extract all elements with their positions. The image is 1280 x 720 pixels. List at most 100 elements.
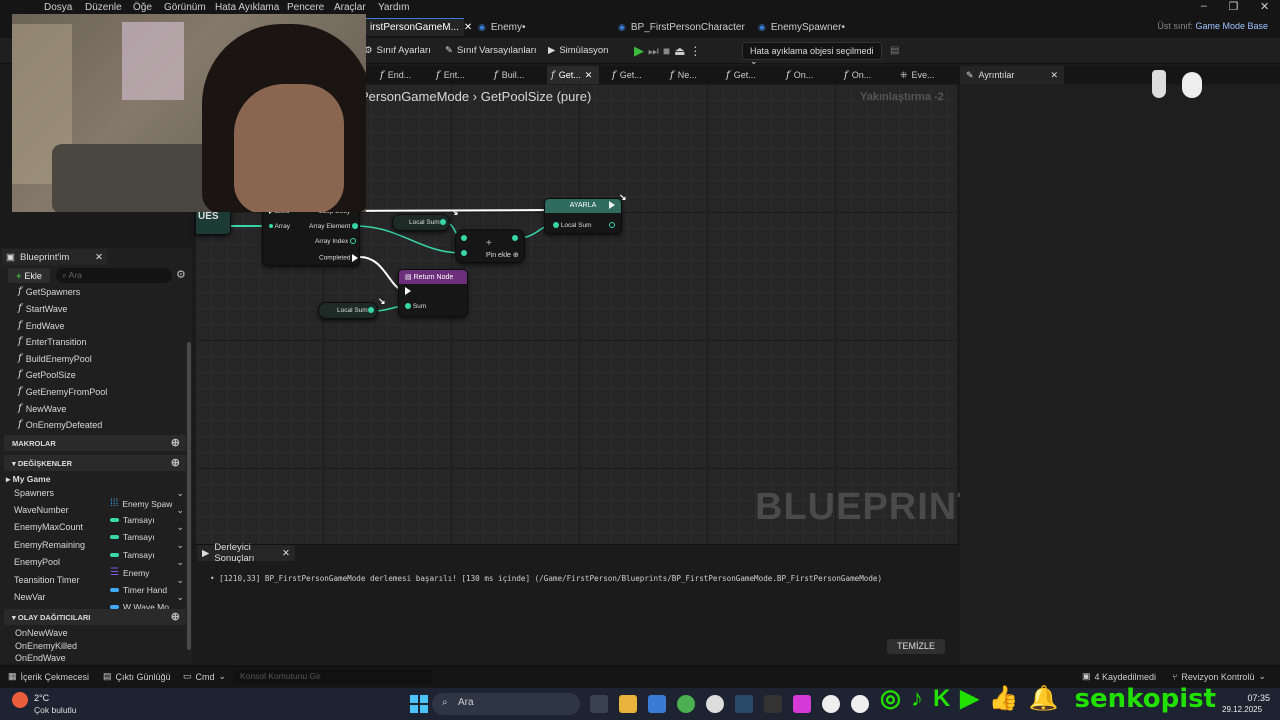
windows-start-icon[interactable] [410,695,428,713]
chevron-down-icon[interactable]: ⌄ [176,557,184,568]
function-item[interactable]: f GetSpawners [18,286,80,297]
add-output-pin[interactable] [512,235,518,242]
chevron-down-icon[interactable]: ⌄ [176,592,184,603]
unreal-engine-icon[interactable] [822,695,840,713]
dispatchers-section-header[interactable]: ▾ OLAY DAĞITICILARI ⊕ [4,609,186,625]
macros-section-header[interactable]: MAKROLAR ⊕ [4,435,186,451]
set-node[interactable]: AYARLA Local Sum [544,198,622,234]
close-icon[interactable]: ✕ [95,252,103,263]
file-explorer-icon[interactable] [619,695,637,713]
variable-category[interactable]: ▸ My Game [6,474,50,485]
clear-button[interactable]: TEMİZLE [887,639,945,654]
search-icon: ⌕ [442,697,448,708]
add-dispatcher-icon[interactable]: ⊕ [171,610,180,623]
chevron-down-icon[interactable]: ⌄ [176,522,184,533]
chevron-down-icon[interactable]: ⌄ [176,540,184,551]
brand-name: senkopist [1074,684,1217,714]
unsaved-button[interactable]: ▣ 4 Kaydedilmedi [1082,671,1156,682]
add-variable-icon[interactable]: ⊕ [171,456,180,469]
function-item[interactable]: f EnterTransition [18,336,86,347]
pure-node-icon: ↘ [378,296,386,306]
variable-row[interactable]: EnemyMaxCount Tamsayı ⌄ [14,522,186,542]
local-sum-getter[interactable]: Local Sum [392,214,450,231]
content-drawer-icon: ▦ [8,671,17,681]
close-window-icon[interactable]: ✕ [1260,0,1269,16]
chrome-icon[interactable] [677,695,695,713]
close-icon[interactable]: ✕ [1050,70,1058,81]
output-pin[interactable] [440,219,446,226]
minimize-icon[interactable]: – [1201,0,1207,16]
add-input-b[interactable] [461,250,467,257]
search-input[interactable]: ⌕ Ara [56,268,172,283]
local-sum-getter[interactable]: Local Sum [318,302,378,319]
function-item[interactable]: f NewWave [18,403,66,414]
steam-icon[interactable] [735,695,753,713]
chevron-down-icon[interactable]: ⌄ [176,488,184,499]
task-view-icon[interactable] [590,695,608,713]
taskbar-search[interactable]: ⌕ Ara [432,693,580,715]
store-icon[interactable] [648,695,666,713]
function-item[interactable]: f GetPoolSize [18,369,76,380]
add-input-a[interactable] [461,235,467,242]
array-element-pin[interactable]: Array Element [309,223,358,230]
set-value-pin[interactable]: Local Sum [553,222,592,229]
close-icon[interactable]: ✕ [282,548,290,559]
clock-date[interactable]: 29.12.2025 [1222,705,1262,714]
chevron-down-icon[interactable]: ⌄ [176,575,184,586]
return-exec-pin[interactable] [405,287,411,295]
add-button[interactable]: + Ekle [8,268,50,283]
output-log-button[interactable]: ▤ Çıktı Günlüğü [103,671,171,682]
revision-control-button[interactable]: ⑂ Revizyon Kontrolü ⌄ [1172,671,1266,682]
array-input-pin[interactable]: Array [269,223,290,230]
function-item[interactable]: f GetEnemyFromPool [18,386,107,397]
weather-icon[interactable] [12,692,28,708]
maximize-icon[interactable]: ❐ [1229,0,1239,16]
array-index-pin[interactable]: Array Index [315,238,357,245]
dispatcher-item[interactable]: OnEndWave [15,653,66,663]
console-input[interactable]: Konsol Komutunu Gir [234,670,432,684]
function-item[interactable]: f EndWave [18,320,64,331]
tab-details[interactable]: ✎ Ayrıntılar ✕ [960,66,1064,84]
compiler-tab-label: Derleyici Sonuçları [214,542,255,564]
compiler-message: • [1210,33] BP_FirstPersonGameMode derle… [210,574,882,583]
app-icon[interactable] [706,695,724,713]
set-output-pin[interactable] [609,222,615,229]
clock-time[interactable]: 07:35 [1240,693,1270,703]
tab-my-blueprint[interactable]: ▣ Blueprint'im ✕ [2,249,107,265]
variable-row[interactable]: EnemyPool ☰ Enemy ⌄ [14,557,186,578]
return-sum-pin[interactable]: Sum [405,303,426,310]
for-each-loop-node[interactable]: Exec Loop Body Array Array Element Array… [262,204,360,266]
variable-label: Local Sum [337,307,368,314]
settings-gear-icon[interactable]: ⚙ [176,268,186,281]
variable-row[interactable]: EnemyRemaining Tamsayı ⌄ [14,540,186,560]
function-item[interactable]: f BuildEnemyPool [18,353,92,364]
content-drawer-button[interactable]: ▦ İçerik Çekmecesi [8,671,89,682]
unreal-engine-icon[interactable] [851,695,869,713]
panel-scrollbar[interactable] [187,342,191,650]
output-pin[interactable] [368,307,374,314]
output-log-label: Çıktı Günlüğü [115,671,171,682]
variable-row[interactable]: Spawners ⁞⁞⁞ Enemy Spaw ⌄ [14,488,186,509]
cmd-dropdown[interactable]: ▭ Cmd ⌄ [183,671,226,682]
variable-name: EnemyRemaining [14,540,86,550]
tab-compiler-results[interactable]: ▶ Derleyici Sonuçları ✕ [197,542,295,564]
dispatcher-item[interactable]: OnEnemyKilled [15,641,77,651]
app-icon[interactable] [793,695,811,713]
add-macro-icon[interactable]: ⊕ [171,436,180,449]
parent-class-value[interactable]: Game Mode Base [1195,21,1268,31]
chevron-down-icon[interactable]: ⌄ [176,505,184,516]
return-node[interactable]: ▤ Return Node Sum [398,269,468,317]
variable-row[interactable]: Teansition Timer Timer Hand ⌄ [14,575,186,595]
dispatcher-item[interactable]: OnNewWave [15,628,68,638]
variable-row[interactable]: WaveNumber Tamsayı ⌄ [14,505,186,525]
variable-row[interactable]: NewVar W Wave Mo ⌄ [14,592,186,612]
completed-pin[interactable]: Completed [319,254,359,262]
epic-games-icon[interactable] [764,695,782,713]
exec-output-pin[interactable] [609,201,615,209]
variables-section-header[interactable]: ▾ DEĞİŞKENLER ⊕ [4,455,186,471]
integer-type-icon [110,535,119,539]
function-item[interactable]: f StartWave [18,303,67,314]
variable-name: Teansition Timer [14,575,80,585]
function-item[interactable]: f OnEnemyDefeated [18,419,102,430]
add-pin-button[interactable]: Pin ekle ⊕ [486,251,519,259]
